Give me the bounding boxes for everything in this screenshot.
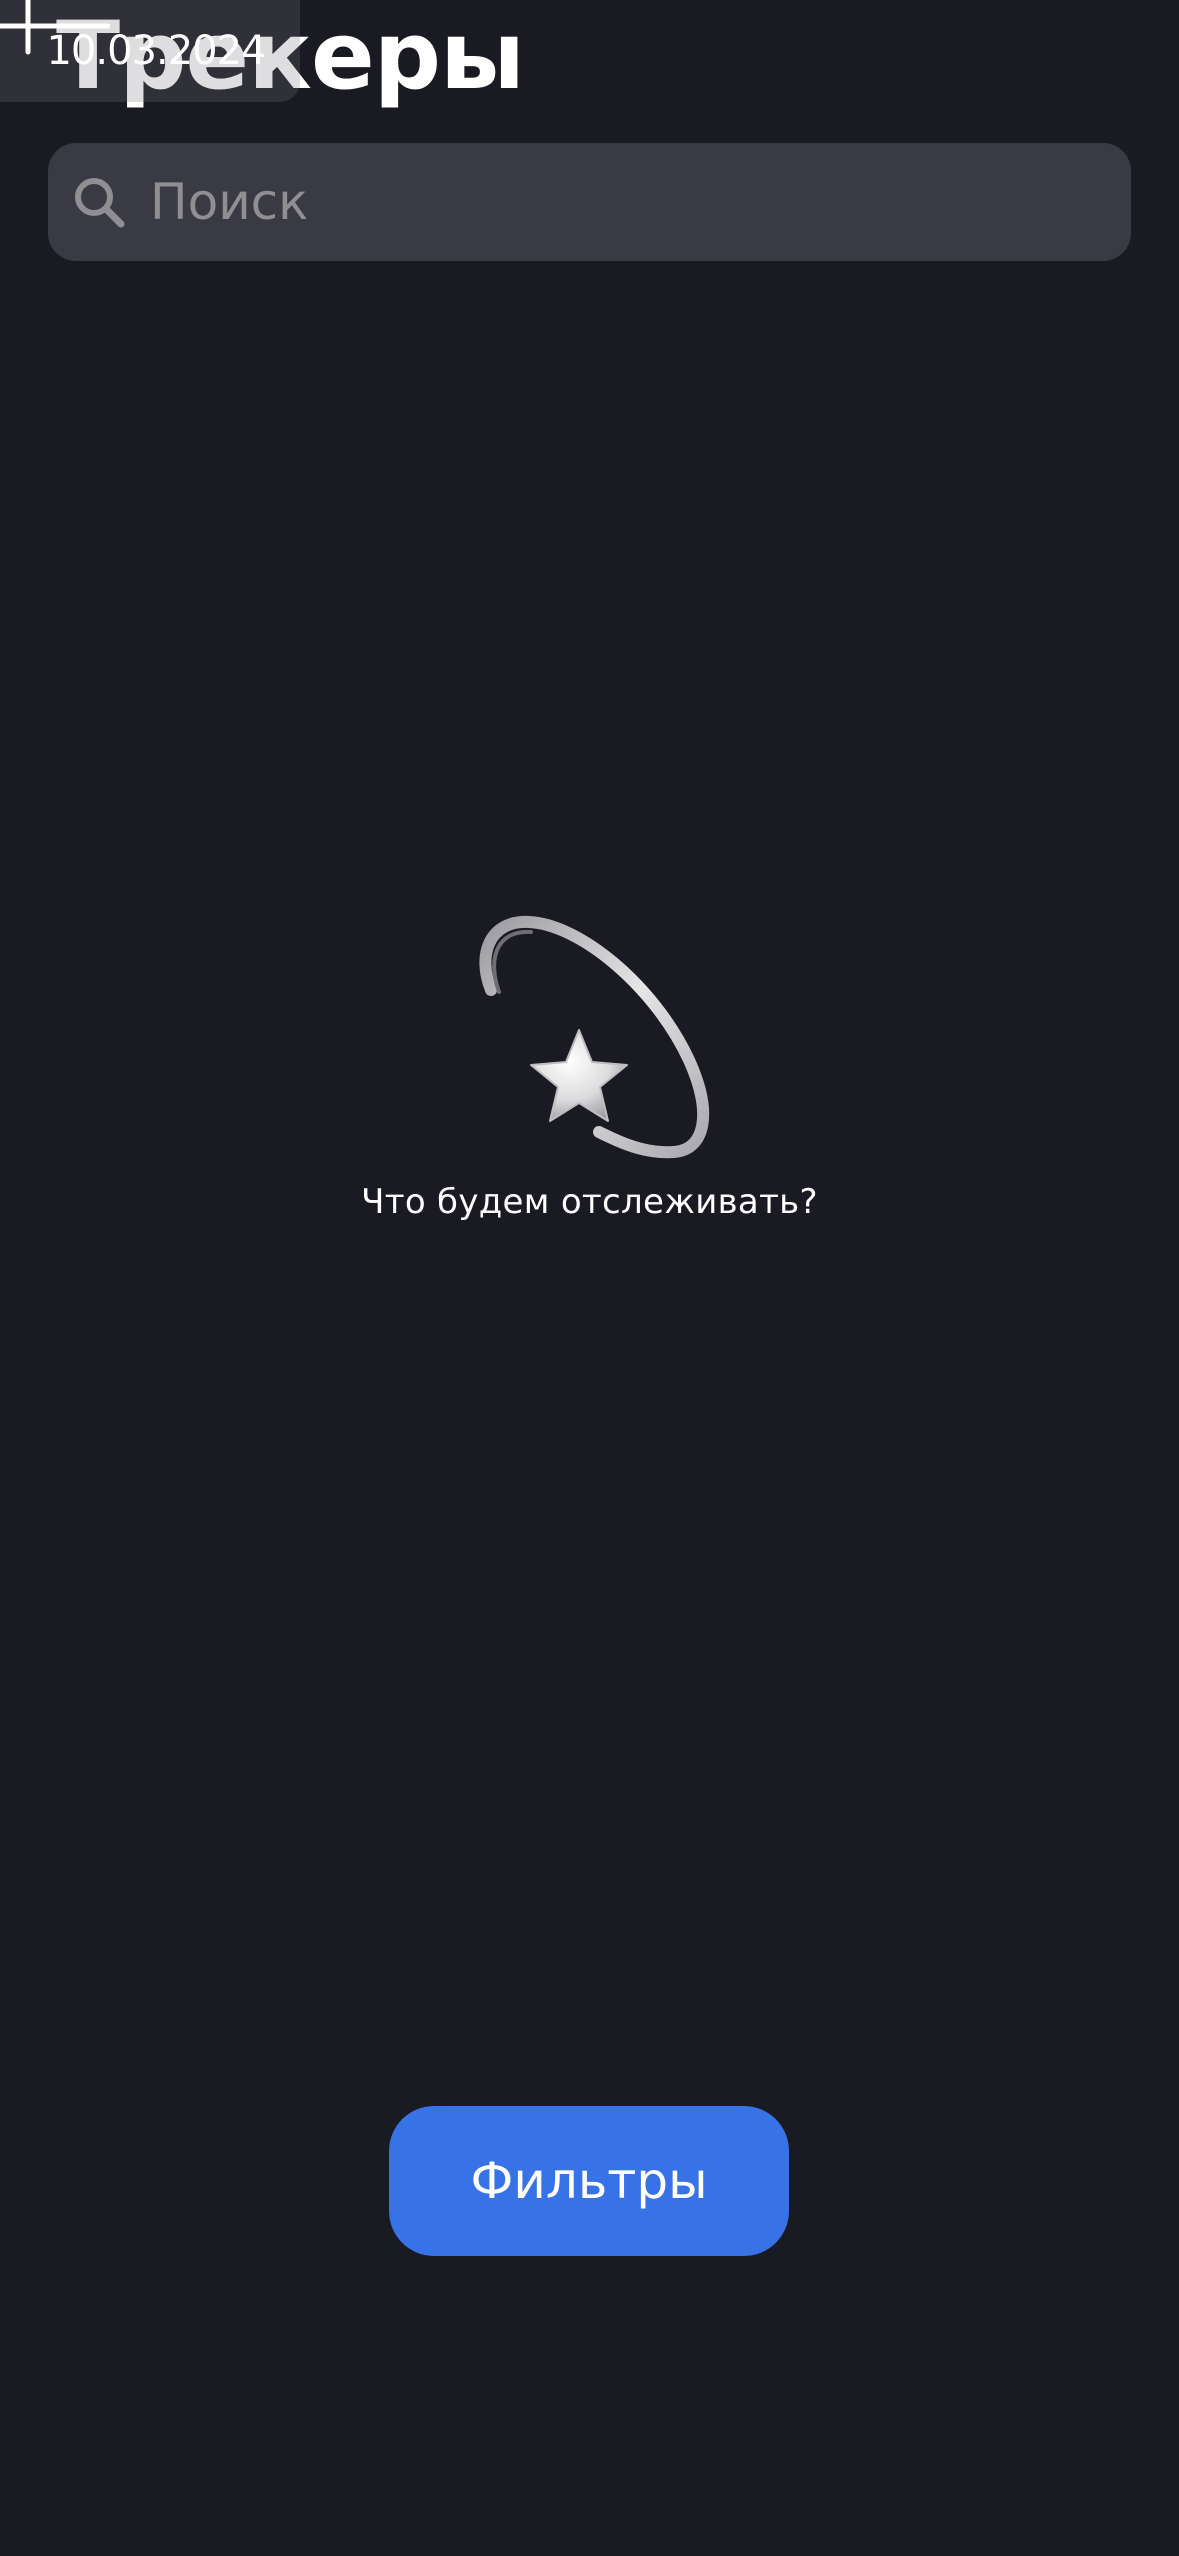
empty-state: Что будем отслеживать? — [0, 910, 1179, 1222]
search-input[interactable] — [150, 143, 1131, 261]
plus-icon — [0, 0, 110, 55]
dizzy-star-icon — [478, 915, 709, 1159]
add-tracker-button[interactable] — [0, 0, 110, 70]
filters-button-label: Фильтры — [470, 2152, 708, 2210]
search-field[interactable] — [48, 143, 1131, 261]
search-icon — [70, 173, 128, 231]
empty-state-message: Что будем отслеживать? — [361, 1182, 818, 1222]
trackers-screen: Трекеры 10.03.2024 Поиск Что будем отсле… — [0, 0, 1179, 2556]
filters-button[interactable]: Фильтры — [389, 2106, 789, 2256]
